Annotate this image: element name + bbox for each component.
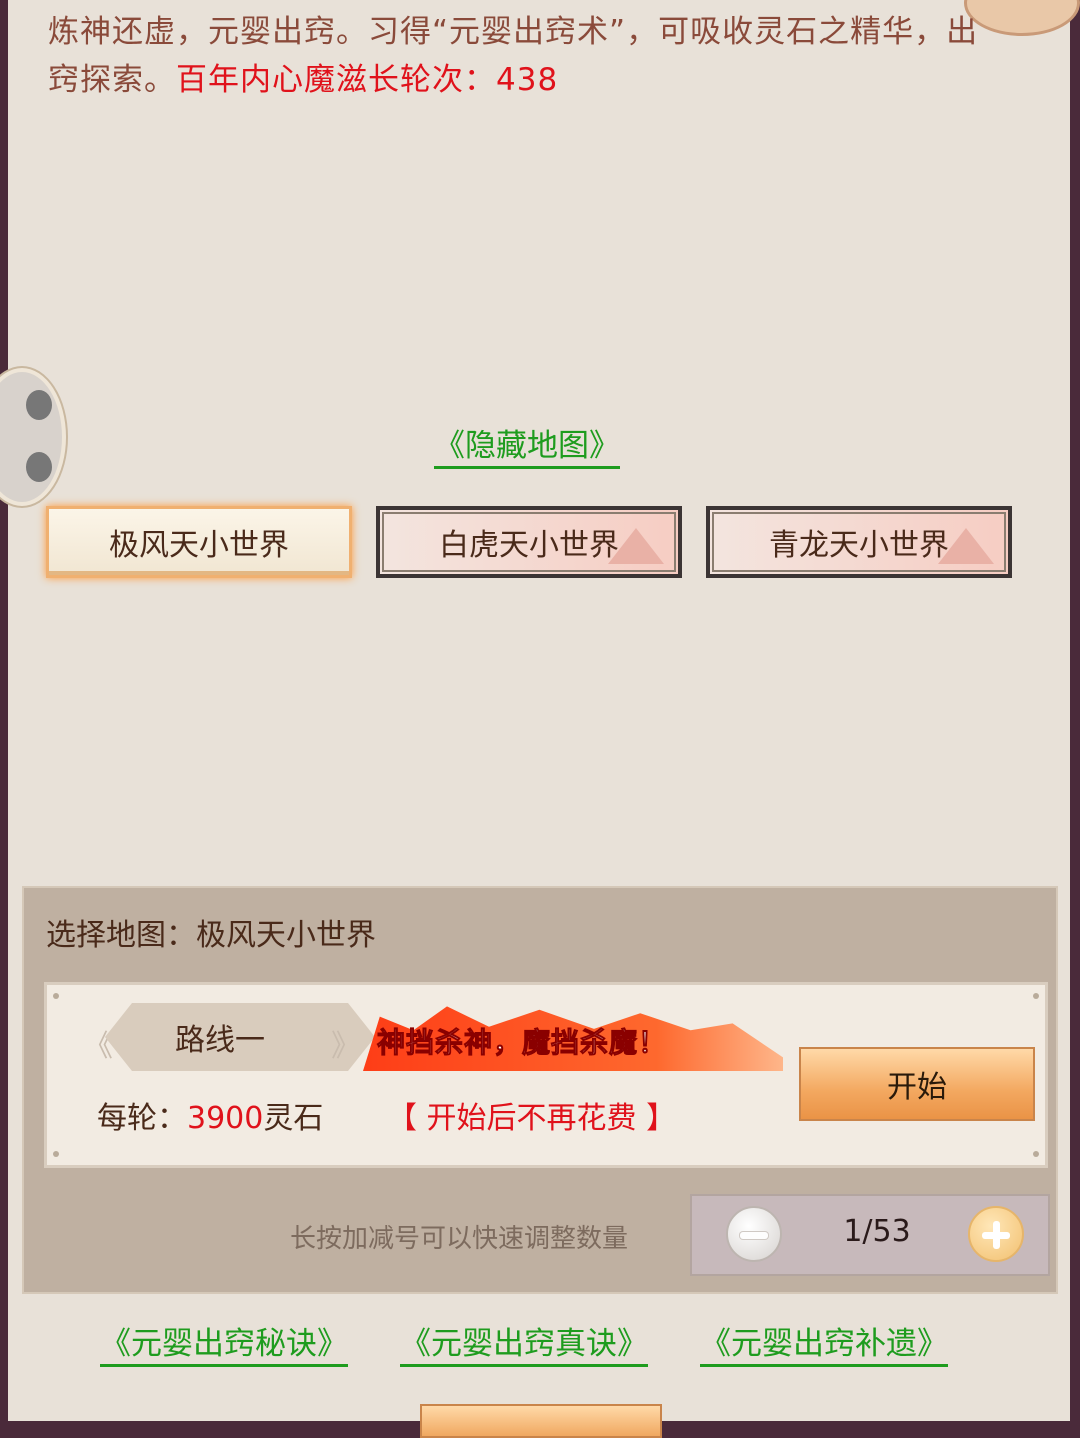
map-selection-panel: 选择地图：极风天小世界 《 路线一 》 神挡杀神，魔挡杀魔！ 每轮：3900灵石…: [22, 886, 1058, 1294]
tab-jifengtian-world[interactable]: 极风天小世界: [46, 506, 352, 578]
panda-ear: [26, 390, 52, 420]
panda-avatar[interactable]: [0, 368, 66, 506]
quantity-stepper: 1/53: [690, 1194, 1050, 1276]
start-button-label: 开始: [887, 1070, 947, 1105]
chevron-right-icon: 》: [331, 1029, 361, 1064]
tab-label: 极风天小世界: [109, 528, 289, 563]
link-true-manual[interactable]: 《元婴出窍真诀》: [400, 1318, 648, 1363]
link-secret-manual[interactable]: 《元婴出窍秘诀》: [100, 1318, 348, 1363]
cost-label: 每轮：: [97, 1101, 187, 1136]
hidden-map-link[interactable]: 《隐藏地图》: [434, 420, 620, 465]
tab-qinglongtian-world[interactable]: 青龙天小世界: [706, 506, 1012, 578]
cost-value: 3900: [187, 1101, 264, 1136]
intro-text: 炼神还虚，元婴出窍。习得“元婴出窍术”，可吸收灵石之精华，出窍探索。百年内心魔滋…: [48, 8, 988, 104]
route-label: 路线一: [175, 1023, 265, 1058]
corner-dot: [1033, 993, 1039, 999]
bottom-button[interactable]: [420, 1404, 662, 1438]
increase-button[interactable]: [968, 1206, 1024, 1262]
tab-label: 白虎天小世界: [439, 528, 619, 563]
cost-unit: 灵石: [263, 1101, 324, 1136]
mountain-icon: [608, 528, 664, 564]
minus-icon: [740, 1232, 768, 1239]
chevron-left-icon: 《: [83, 1029, 113, 1064]
cost-per-round: 每轮：3900灵石: [97, 1093, 323, 1137]
corner-dot: [53, 1151, 59, 1157]
tab-baihutian-world[interactable]: 白虎天小世界: [376, 506, 682, 578]
route-card: 《 路线一 》 神挡杀神，魔挡杀魔！ 每轮：3900灵石 【 开始后不再花费 】…: [44, 982, 1048, 1168]
panda-ear: [26, 452, 52, 482]
slogan-text: 神挡杀神，魔挡杀魔！: [376, 1026, 668, 1060]
decrease-button[interactable]: [726, 1206, 782, 1262]
selected-map-title: 选择地图：极风天小世界: [46, 918, 376, 953]
inner-demon-rounds: 百年内心魔滋长轮次：438: [176, 62, 559, 98]
tab-label: 青龙天小世界: [769, 528, 949, 563]
no-extra-cost-note: 【 开始后不再花费 】: [387, 1101, 677, 1136]
plus-icon-vertical: [993, 1221, 1000, 1249]
page: 炼神还虚，元婴出窍。习得“元婴出窍术”，可吸收灵石之精华，出窍探索。百年内心魔滋…: [0, 0, 1080, 1438]
corner-dot: [53, 993, 59, 999]
mountain-icon: [938, 528, 994, 564]
corner-dot: [1033, 1151, 1039, 1157]
link-supplement-manual[interactable]: 《元婴出窍补遗》: [700, 1318, 948, 1363]
start-button[interactable]: 开始: [799, 1047, 1035, 1121]
stepper-value: 1/53: [843, 1214, 911, 1249]
stepper-hint: 长按加减号可以快速调整数量: [290, 1224, 629, 1254]
